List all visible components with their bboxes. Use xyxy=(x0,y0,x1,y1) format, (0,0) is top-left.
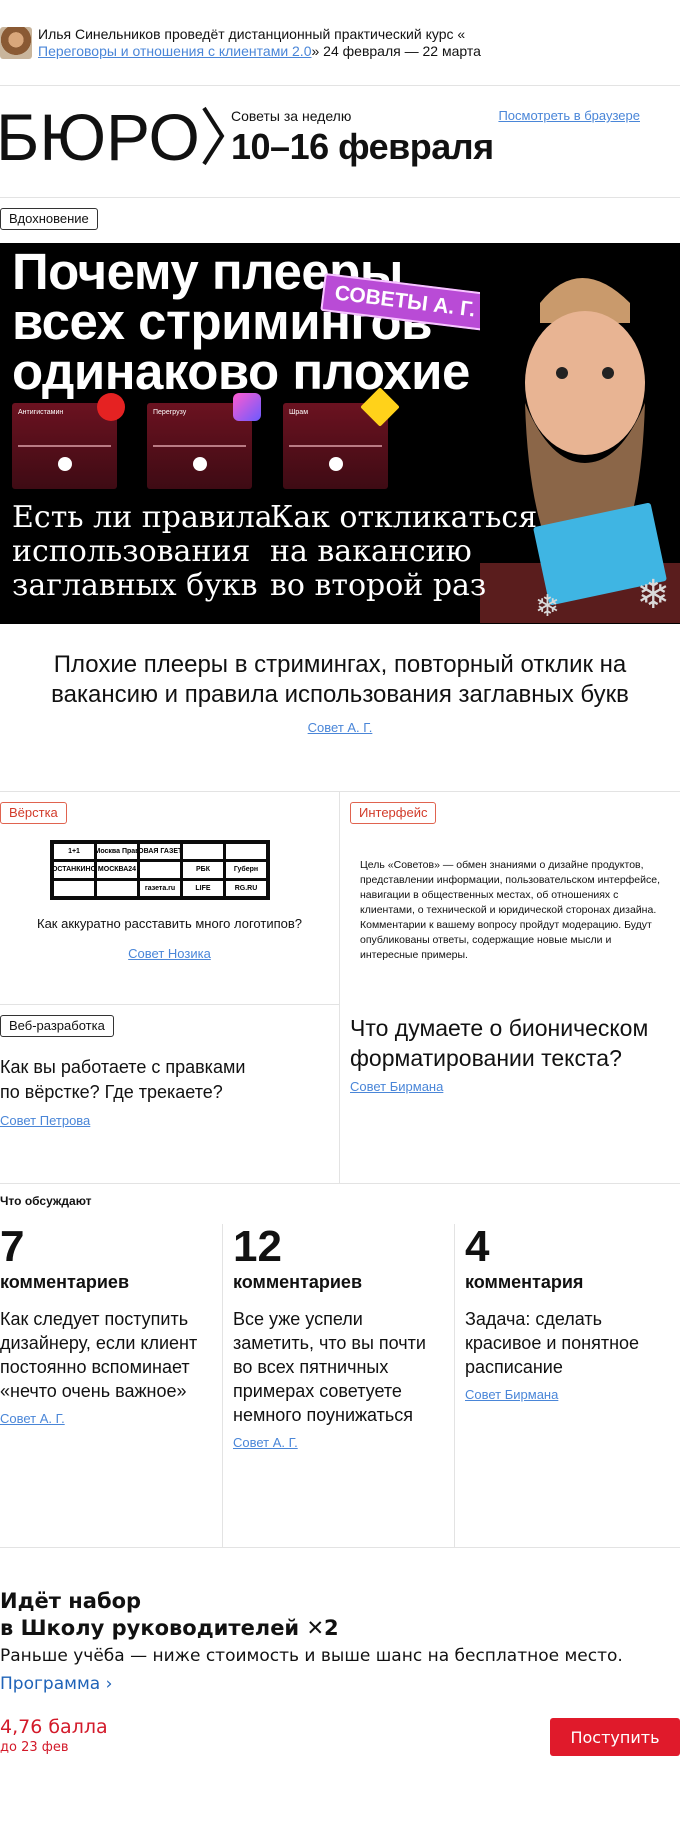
tag-layout[interactable]: Вёрстка xyxy=(0,802,67,824)
tag-interface[interactable]: Интерфейс xyxy=(350,802,437,824)
hero-subtitle-right: Как откликаться на вакансию во второй ра… xyxy=(270,500,538,603)
comment-word: комментариев xyxy=(0,1272,130,1292)
comment-count: 4 xyxy=(465,1222,490,1271)
discussion-item: 4 комментария Задача: сделать красивое и… xyxy=(455,1224,680,1547)
program-link[interactable]: Программа › xyxy=(0,1674,112,1694)
promo-text: Илья Синельников проведёт дистанционный … xyxy=(38,25,481,59)
tag-web-dev[interactable]: Веб-разработка xyxy=(0,1015,114,1037)
hero-subtitle-left: Есть ли правила использования заглавных … xyxy=(12,500,273,603)
price-deadline: до 23 фев xyxy=(0,1740,69,1755)
card-bionic-question[interactable]: Что думаете о бионическом форматировании… xyxy=(350,1013,670,1073)
music-app-icon xyxy=(233,393,261,421)
discussion-item: 12 комментариев Все уже успели заметить,… xyxy=(222,1224,455,1547)
comment-count: 7 xyxy=(0,1222,25,1271)
discussion-title[interactable]: Задача: сделать красивое и понятное расп… xyxy=(465,1307,664,1379)
discussion-link[interactable]: Совет А. Г. xyxy=(233,1435,298,1450)
discussion-title[interactable]: Все уже успели заметить, что вы почти во… xyxy=(233,1307,438,1427)
card-web: Веб-разработка Как вы работаете с правка… xyxy=(0,1005,340,1183)
card-web-link[interactable]: Совет Петрова xyxy=(0,1113,90,1128)
logos-image[interactable]: 1+1Москва ПравНОВАЯ ГАЗЕТА ОСТАНКИНОМОСК… xyxy=(50,840,270,900)
hero-banner[interactable]: Почему плееры всех стримингов одинаково … xyxy=(0,243,680,624)
buro-logo[interactable]: БЮРО xyxy=(0,100,226,170)
masthead-subtitle: Советы за неделю xyxy=(231,108,352,124)
advice-grid: Вёрстка 1+1Москва ПравНОВАЯ ГАЗЕТА ОСТАН… xyxy=(0,792,680,1184)
course-link[interactable]: Переговоры и отношения с клиентами 2.0 xyxy=(38,43,312,59)
card-layout: Вёрстка 1+1Москва ПравНОВАЯ ГАЗЕТА ОСТАН… xyxy=(0,792,340,1005)
comment-word: комментариев xyxy=(233,1272,363,1292)
masthead-dates: 10–16 февраля xyxy=(231,126,494,167)
price: 4,76 балла xyxy=(0,1716,108,1738)
intro-link[interactable]: Совет А. Г. xyxy=(308,720,373,735)
author-avatar xyxy=(0,26,32,59)
discussions-heading: Что обсуждают xyxy=(0,1194,92,1208)
intro-title[interactable]: Плохие плееры в стримингах, повторный от… xyxy=(50,650,630,710)
card-bionic-link[interactable]: Совет Бирмана xyxy=(350,1079,443,1094)
snowflake-icon: ❄ xyxy=(636,573,670,617)
youtube-music-icon xyxy=(97,393,125,421)
card-layout-caption[interactable]: Как аккуратно расставить много логотипов… xyxy=(0,916,339,931)
card-bionic: Что думаете о бионическом форматировании… xyxy=(340,1005,680,1183)
card-interface: Интерфейс Цель «Советов» — обмен знаниям… xyxy=(340,792,680,1005)
comment-word: комментария xyxy=(465,1272,584,1292)
hero-tag-row: Вдохновение xyxy=(0,198,680,243)
snowflake-icon: ❄ xyxy=(534,590,560,623)
view-in-browser-link[interactable]: Посмотреть в браузере xyxy=(498,108,640,123)
hero-title: Почему плееры всех стримингов одинаково … xyxy=(12,243,470,400)
school-promo: Идёт набор в Школу руководителей ✕2 Рань… xyxy=(0,1548,680,1788)
issue-intro: Плохие плееры в стримингах, повторный от… xyxy=(0,624,680,792)
school-title: Идёт набор в Школу руководителей ✕2 xyxy=(0,1589,339,1640)
discussion-title[interactable]: Как следует поступить дизайнеру, если кл… xyxy=(0,1307,206,1403)
tag-inspiration[interactable]: Вдохновение xyxy=(0,208,98,230)
mission-text: Цель «Советов» — обмен знаниями о дизайн… xyxy=(360,859,661,961)
discussion-link[interactable]: Совет Бирмана xyxy=(465,1387,558,1402)
discussion-item: 7 комментариев Как следует поступить диз… xyxy=(0,1224,222,1547)
apply-button[interactable]: Поступить xyxy=(550,1718,680,1756)
promo-banner: Илья Синельников проведёт дистанционный … xyxy=(0,0,680,86)
school-subtitle: Раньше учёба — ниже стоимость и выше шан… xyxy=(0,1646,623,1666)
masthead: БЮРО Советы за неделю 10–16 февраля Посм… xyxy=(0,86,680,198)
svg-text:БЮРО: БЮРО xyxy=(0,100,200,170)
discussions: 7 комментариев Как следует поступить диз… xyxy=(0,1224,680,1548)
card-web-question[interactable]: Как вы работаете с правками по вёрстке? … xyxy=(0,1055,260,1105)
comment-count: 12 xyxy=(233,1222,282,1271)
discussion-link[interactable]: Совет А. Г. xyxy=(0,1411,65,1426)
card-layout-link[interactable]: Совет Нозика xyxy=(128,946,211,961)
